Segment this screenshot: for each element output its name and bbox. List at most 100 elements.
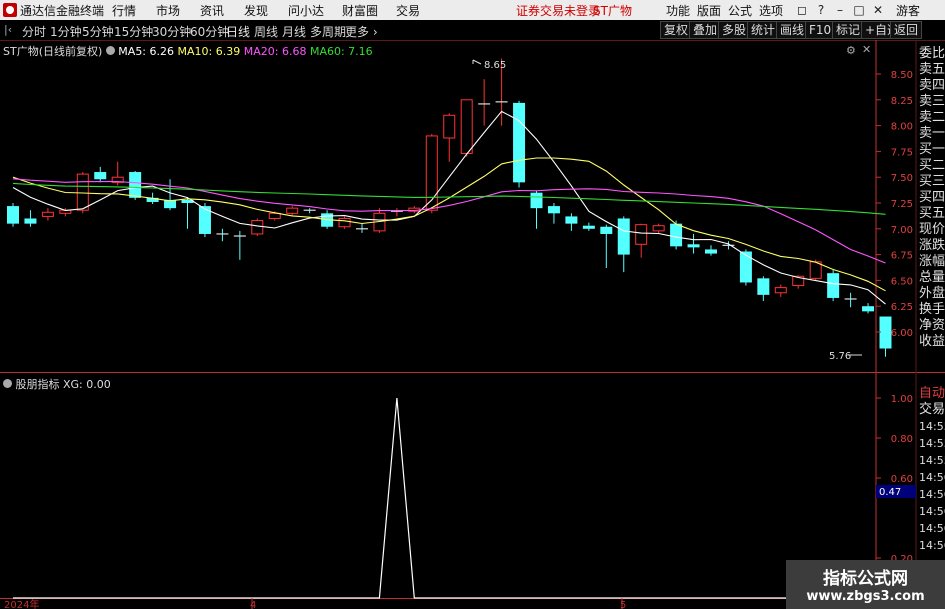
price-tick-label: 7.75	[891, 147, 913, 158]
menu-item-trade[interactable]: 交易	[396, 2, 420, 19]
overlay-button[interactable]: 叠加	[689, 21, 722, 39]
candle-body	[705, 249, 717, 254]
menu-item-quotes[interactable]: 行情	[112, 2, 136, 19]
candle-body	[129, 172, 142, 198]
tab-monthly[interactable]: 月线	[282, 23, 306, 40]
menu-item-options[interactable]: 选项	[759, 2, 783, 19]
restore-rights-button[interactable]: 复权	[660, 21, 693, 39]
mark-button[interactable]: 标记	[832, 21, 865, 39]
skin-icon[interactable]: ◻	[793, 2, 811, 18]
label-weibi: 委比	[919, 46, 945, 61]
indicator-settings-icon[interactable]	[3, 379, 12, 388]
tab-more[interactable]: 更多 ›	[345, 23, 378, 40]
candle	[286, 206, 299, 216]
indicator-header: 股朋指标 XG: 0.00	[3, 376, 111, 392]
candle	[478, 79, 491, 126]
tab-weekly[interactable]: 周线	[254, 23, 278, 40]
candle	[635, 223, 648, 258]
menu-item-wealth[interactable]: 财富圈	[342, 2, 378, 19]
candle-body	[338, 217, 351, 228]
tick-time: 14:56	[919, 539, 945, 552]
tab-15min[interactable]: 15分钟	[114, 23, 153, 40]
menu-item-function[interactable]: 功能	[666, 2, 690, 19]
f10-button[interactable]: F10	[805, 21, 836, 39]
candle-body	[687, 244, 700, 248]
candle	[862, 303, 875, 314]
candle	[443, 113, 456, 162]
close-icon[interactable]: ✕	[869, 2, 887, 18]
candle	[164, 179, 177, 211]
multi-stock-button[interactable]: 多股	[718, 21, 751, 39]
price-tick-label: 8.00	[891, 122, 913, 133]
label-change-pct: 涨幅	[919, 254, 945, 269]
candle	[303, 208, 316, 214]
candle	[565, 213, 578, 231]
candle-body	[862, 306, 875, 312]
label-net-assets: 净资	[919, 318, 945, 333]
minimize-icon[interactable]: –	[831, 2, 849, 18]
candle-body	[635, 224, 648, 245]
label-outer: 外盘	[919, 286, 945, 301]
label-earnings: 收益	[919, 334, 945, 349]
back-button[interactable]: 返回	[890, 21, 923, 39]
label-trade[interactable]: 交易	[919, 402, 945, 418]
candle	[757, 276, 770, 302]
tick-time: 14:56	[919, 522, 945, 535]
candle	[513, 100, 526, 188]
candle-body	[617, 218, 630, 255]
candle	[617, 216, 630, 273]
login-status[interactable]: 证券交易未登录	[516, 2, 600, 19]
candle	[251, 218, 264, 237]
tab-60min[interactable]: 60分钟	[190, 23, 229, 40]
label-turnover: 换手	[919, 302, 945, 317]
menu-item-ask[interactable]: 问小达	[288, 2, 324, 19]
kline-chart[interactable]: 8.50 8.25 8.00 7.75 7.50 7.25 7.00 6.75 6.50 6.25…	[0, 40, 945, 609]
menu-item-news[interactable]: 资讯	[200, 2, 224, 19]
menu-item-discover[interactable]: 发现	[244, 2, 268, 19]
tab-5min[interactable]: 5分钟	[82, 23, 114, 40]
label-sell5: 卖五	[919, 62, 945, 77]
candle	[24, 210, 37, 227]
label-change: 涨跌	[919, 238, 945, 253]
candle	[879, 316, 892, 357]
price-tick-label: 6.00	[891, 328, 913, 339]
candles	[7, 58, 892, 357]
menu-item-market[interactable]: 市场	[156, 2, 180, 19]
menu-item-layout[interactable]: 版面	[697, 2, 721, 19]
tab-30min[interactable]: 30分钟	[152, 23, 191, 40]
date-label-may: 5	[620, 600, 626, 609]
candle-body	[582, 225, 595, 229]
indicator-cursor-value: 0.47	[879, 487, 901, 498]
candle-body	[7, 206, 19, 224]
period-toolbar: |‹ 分时 1分钟 5分钟 15分钟 30分钟 60分钟 日线 周线 月线 多周…	[0, 20, 945, 41]
tick-time: 14:55	[919, 454, 945, 467]
label-auto[interactable]: 自动	[919, 386, 945, 402]
date-label-year: 2024年	[4, 598, 39, 609]
candle	[390, 208, 403, 217]
help-icon[interactable]: ?	[812, 2, 830, 18]
maximize-icon[interactable]: □	[850, 2, 868, 18]
tab-multi-period[interactable]: 多周期	[310, 23, 346, 40]
candle	[198, 203, 211, 238]
guest-label[interactable]: 游客	[896, 2, 920, 19]
menu-item-formula[interactable]: 公式	[728, 2, 752, 19]
candle	[356, 223, 368, 233]
statistics-button[interactable]: 统计	[747, 21, 780, 39]
candle	[233, 230, 246, 260]
candle	[7, 203, 19, 227]
draw-line-button[interactable]: 画线	[776, 21, 809, 39]
candle-body	[879, 316, 892, 349]
candle	[844, 292, 857, 308]
label-sell3: 卖三	[919, 94, 945, 109]
tab-daily[interactable]: 日线	[226, 23, 250, 40]
tab-intraday[interactable]: 分时	[22, 23, 46, 40]
label-buy5: 买五	[919, 206, 945, 221]
candle	[460, 99, 473, 157]
ma10-line	[12, 157, 886, 292]
toolbar-collapse-icon[interactable]: |‹	[4, 23, 12, 36]
candle-body	[670, 223, 683, 247]
candle	[827, 270, 840, 302]
indicator-tick-label: 0.80	[891, 434, 913, 445]
tab-1min[interactable]: 1分钟	[50, 23, 82, 40]
indicator-tick-label: 0.60	[891, 474, 913, 485]
